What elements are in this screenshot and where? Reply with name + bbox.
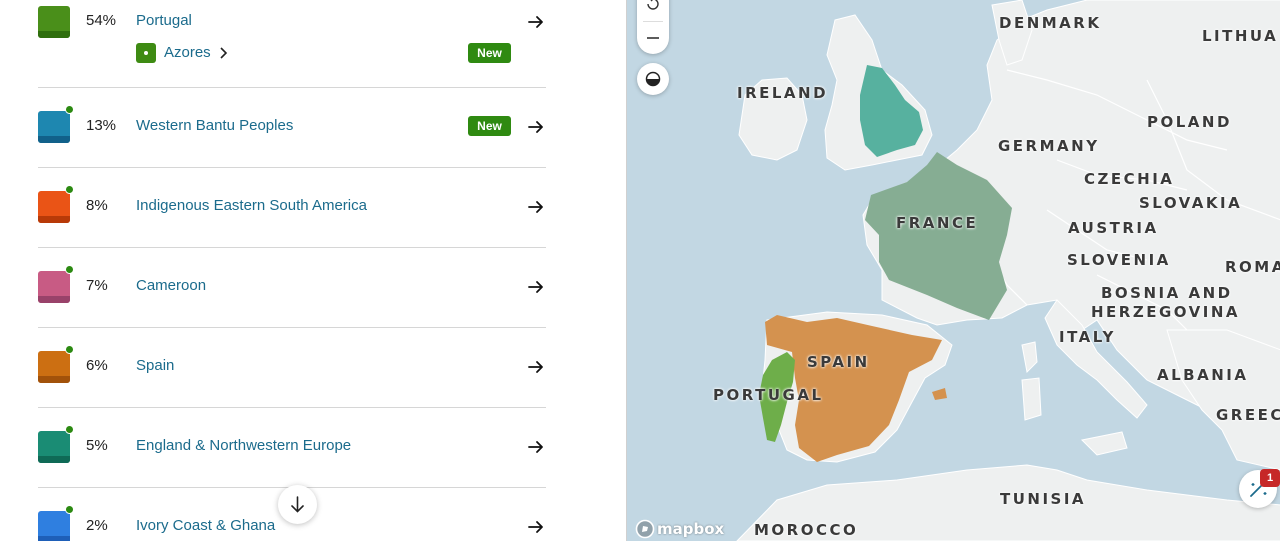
ethnicity-name-link[interactable]: Cameroon bbox=[136, 277, 206, 294]
arrow-right-icon[interactable] bbox=[526, 357, 546, 377]
sub-region-label: Azores bbox=[164, 44, 211, 61]
label-denmark: DENMARK bbox=[999, 14, 1102, 32]
ethnicity-name-link[interactable]: England & Northwestern Europe bbox=[136, 437, 351, 454]
ethnicity-row[interactable]: 54% Portugal Azores New bbox=[38, 0, 546, 88]
label-spain: SPAIN bbox=[807, 353, 870, 371]
new-badge: New bbox=[468, 116, 511, 136]
map-canvas bbox=[736, 0, 1280, 541]
contrast-icon bbox=[645, 71, 661, 87]
label-italy: ITALY bbox=[1059, 328, 1116, 346]
sub-region-swatch bbox=[136, 43, 156, 63]
new-update-dot-icon bbox=[65, 185, 74, 194]
ethnicity-percentage: 5% bbox=[86, 437, 108, 454]
label-slovenia: SLOVENIA bbox=[1067, 251, 1171, 269]
scroll-down-button[interactable] bbox=[278, 485, 317, 524]
map-zoom-controls bbox=[637, 0, 669, 54]
ethnicity-map[interactable]: DENMARK LITHUA IRELAND POLAND GERMANY CZ… bbox=[626, 0, 1280, 541]
ethnicity-name-link[interactable]: Indigenous Eastern South America bbox=[136, 197, 367, 214]
mapbox-logo-icon bbox=[635, 519, 655, 539]
ethnicity-name-link[interactable]: Ivory Coast & Ghana bbox=[136, 517, 275, 534]
ethnicity-percentage: 6% bbox=[86, 357, 108, 374]
label-romania: ROMA bbox=[1225, 258, 1280, 276]
ethnicity-name-link[interactable]: Portugal bbox=[136, 12, 192, 29]
ethnicity-percentage: 54% bbox=[86, 12, 117, 29]
ethnicity-percentage: 13% bbox=[86, 117, 117, 134]
label-albania: ALBANIA bbox=[1157, 366, 1249, 384]
ethnicity-color-swatch bbox=[38, 351, 70, 383]
label-ireland: IRELAND bbox=[737, 84, 829, 102]
reset-view-icon[interactable] bbox=[637, 0, 669, 20]
ethnicity-color-swatch bbox=[38, 271, 70, 303]
label-poland: POLAND bbox=[1147, 113, 1232, 131]
ethnicity-color-swatch bbox=[38, 111, 70, 143]
zoom-out-icon[interactable] bbox=[637, 23, 669, 53]
label-austria: AUSTRIA bbox=[1068, 219, 1159, 237]
new-update-dot-icon bbox=[65, 265, 74, 274]
label-portugal: PORTUGAL bbox=[713, 386, 824, 404]
label-bosnia: BOSNIA AND bbox=[1101, 284, 1233, 302]
contrast-toggle-button[interactable] bbox=[637, 63, 669, 95]
mapbox-text: mapbox bbox=[657, 520, 725, 538]
label-france: FRANCE bbox=[896, 214, 979, 232]
ethnicity-row[interactable]: 7% Cameroon bbox=[38, 248, 546, 328]
ethnicity-row[interactable]: 6% Spain bbox=[38, 328, 546, 408]
arrow-right-icon[interactable] bbox=[526, 12, 546, 32]
ethnicity-percentage: 2% bbox=[86, 517, 108, 534]
label-greece: GREEC bbox=[1216, 406, 1280, 424]
label-herzegovina: HERZEGOVINA bbox=[1091, 303, 1240, 321]
ethnicity-percentage: 7% bbox=[86, 277, 108, 294]
label-morocco: MOROCCO bbox=[754, 521, 859, 539]
arrow-down-icon bbox=[291, 496, 304, 513]
new-update-dot-icon bbox=[65, 505, 74, 514]
new-badge: New bbox=[468, 43, 511, 63]
ethnicity-color-swatch bbox=[38, 511, 70, 541]
arrow-right-icon[interactable] bbox=[526, 517, 546, 537]
ethnicity-color-swatch bbox=[38, 191, 70, 223]
new-update-dot-icon bbox=[65, 105, 74, 114]
arrow-right-icon[interactable] bbox=[526, 117, 546, 137]
new-update-dot-icon bbox=[65, 425, 74, 434]
ethnicity-row[interactable]: 13% Western Bantu Peoples New bbox=[38, 88, 546, 168]
arrow-right-icon[interactable] bbox=[526, 277, 546, 297]
label-czechia: CZECHIA bbox=[1084, 170, 1175, 188]
label-lithuania: LITHUA bbox=[1202, 27, 1279, 45]
ethnicity-row[interactable]: 8% Indigenous Eastern South America bbox=[38, 168, 546, 248]
label-slovakia: SLOVAKIA bbox=[1139, 194, 1243, 212]
label-germany: GERMANY bbox=[998, 137, 1100, 155]
ethnicity-percentage: 8% bbox=[86, 197, 108, 214]
notification-count-badge: 1 bbox=[1260, 469, 1280, 487]
arrow-right-icon[interactable] bbox=[526, 437, 546, 457]
ethnicity-list: 54% Portugal Azores New 13% Western Bantu Peo… bbox=[0, 0, 626, 541]
ethnicity-color-swatch bbox=[38, 6, 70, 38]
arrow-right-icon[interactable] bbox=[526, 197, 546, 217]
ethnicity-row[interactable]: 5% England & Northwestern Europe bbox=[38, 408, 546, 488]
ethnicity-color-swatch bbox=[38, 431, 70, 463]
chevron-right-icon bbox=[220, 47, 228, 59]
ethnicity-name-link[interactable]: Western Bantu Peoples bbox=[136, 117, 293, 134]
label-tunisia: TUNISIA bbox=[1000, 490, 1087, 508]
ethnicity-name-link[interactable]: Spain bbox=[136, 357, 174, 374]
new-update-dot-icon bbox=[65, 345, 74, 354]
